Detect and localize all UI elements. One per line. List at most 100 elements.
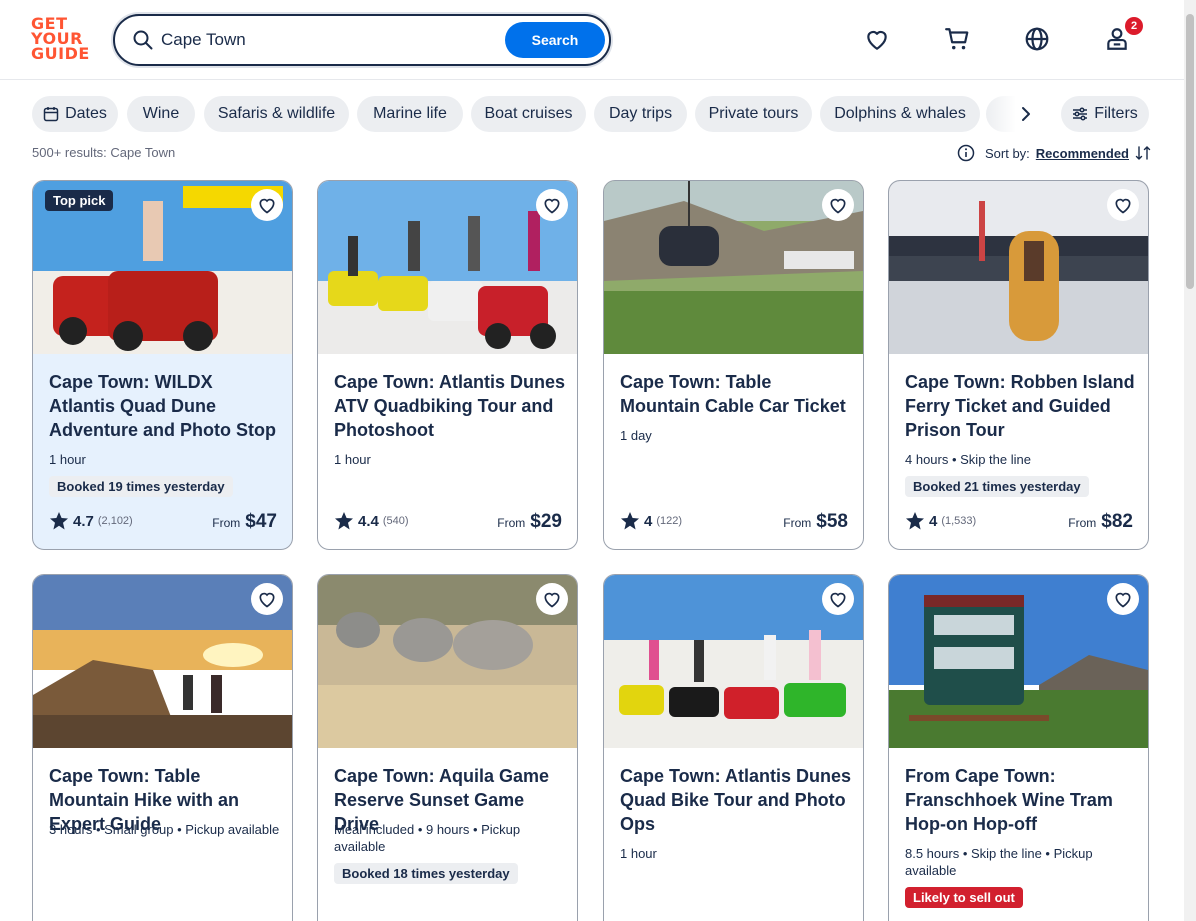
booked-badge: Booked 18 times yesterday	[334, 863, 518, 884]
wishlist-heart-icon[interactable]	[864, 26, 890, 52]
activity-meta: 8.5 hours • Skip the line • Pickup avail…	[905, 846, 1093, 878]
price: From $58	[783, 511, 848, 533]
info-icon[interactable]	[957, 144, 975, 162]
sort-label: Sort by:	[985, 145, 1030, 161]
rating: 4 (122)	[620, 511, 682, 531]
chip-safaris[interactable]: Safaris & wildlife	[204, 96, 349, 132]
chip-overflow-fade	[986, 96, 1016, 132]
activity-meta: 4 hours • Skip the line	[905, 452, 1031, 467]
brand-logo[interactable]: GET YOUR GUIDE	[31, 16, 91, 64]
calendar-icon	[43, 107, 59, 122]
cart-badge: 2	[1125, 17, 1143, 35]
activity-title[interactable]: From Cape Town: Franschhoek Wine Tram Ho…	[905, 764, 1137, 836]
activity-meta: 3 hours • Small group • Pickup available	[49, 822, 280, 837]
price-amount: $29	[530, 511, 562, 532]
rating: 4.7 (2,102)	[49, 511, 133, 531]
filters-label: Filters	[1094, 105, 1138, 122]
search-button[interactable]: Search	[505, 22, 605, 58]
chip-boat-cruises[interactable]: Boat cruises	[471, 96, 586, 132]
price: From $82	[1068, 511, 1133, 533]
sort-control[interactable]: Sort by: Recommended	[957, 144, 1151, 162]
activity-meta: 1 hour	[49, 452, 86, 467]
add-to-wishlist-button[interactable]	[251, 583, 283, 615]
search-icon	[133, 30, 153, 50]
rating-value: 4	[644, 512, 653, 530]
likely-to-sell-out-badge: Likely to sell out	[905, 887, 1023, 908]
rating: 4.4 (540)	[334, 511, 409, 531]
chip-private-tours[interactable]: Private tours	[695, 96, 812, 132]
price-amount: $82	[1101, 511, 1133, 532]
add-to-wishlist-button[interactable]	[536, 189, 568, 221]
heart-icon	[259, 592, 275, 608]
activity-title[interactable]: Cape Town: Table Mountain Cable Car Tick…	[620, 370, 852, 418]
page-scrollbar[interactable]	[1184, 0, 1196, 921]
chip-wine[interactable]: Wine	[127, 96, 195, 132]
activity-card[interactable]: Cape Town: Atlantis Dunes Quad Bike Tour…	[603, 574, 864, 921]
star-icon	[335, 512, 353, 530]
activity-card[interactable]: From Cape Town: Franschhoek Wine Tram Ho…	[888, 574, 1149, 921]
heart-icon	[544, 198, 560, 214]
add-to-wishlist-button[interactable]	[822, 583, 854, 615]
heart-icon	[830, 198, 846, 214]
activity-card[interactable]: Top pick Cape Town: WILDX Atlantis Quad …	[32, 180, 293, 550]
heart-icon	[1115, 592, 1131, 608]
review-count: (122)	[656, 515, 683, 527]
add-to-wishlist-button[interactable]	[1107, 189, 1139, 221]
chip-marine-life[interactable]: Marine life	[357, 96, 463, 132]
header: GET YOUR GUIDE Search 2	[0, 0, 1184, 80]
activity-card[interactable]: Cape Town: Table Mountain Cable Car Tick…	[603, 180, 864, 550]
star-icon	[50, 512, 68, 530]
cart-icon[interactable]	[944, 26, 970, 52]
activity-card[interactable]: Cape Town: Atlantis Dunes ATV Quadbiking…	[317, 180, 578, 550]
rating-value: 4.4	[358, 512, 379, 530]
rating-value: 4	[929, 512, 938, 530]
heart-icon	[544, 592, 560, 608]
activity-meta: 1 hour	[334, 452, 371, 467]
sliders-icon	[1073, 107, 1088, 121]
star-icon	[621, 512, 639, 530]
activity-card[interactable]: Cape Town: Robben Island Ferry Ticket an…	[888, 180, 1149, 550]
price: From $29	[497, 511, 562, 533]
heart-icon	[259, 198, 275, 214]
activity-meta: Meal included • 9 hours • Pickup availab…	[334, 822, 521, 854]
search-input[interactable]	[161, 26, 491, 54]
add-to-wishlist-button[interactable]	[251, 189, 283, 221]
heart-icon	[1115, 198, 1131, 214]
booked-badge: Booked 21 times yesterday	[905, 476, 1089, 497]
chevron-right-icon[interactable]	[1015, 103, 1037, 125]
activity-title[interactable]: Cape Town: WILDX Atlantis Quad Dune Adve…	[49, 370, 281, 442]
globe-icon[interactable]	[1024, 26, 1050, 52]
chip-dolphins-whales[interactable]: Dolphins & whales	[820, 96, 980, 132]
activity-title[interactable]: Cape Town: Atlantis Dunes Quad Bike Tour…	[620, 764, 852, 836]
activity-card[interactable]: Cape Town: Aquila Game Reserve Sunset Ga…	[317, 574, 578, 921]
activity-card[interactable]: Cape Town: Table Mountain Hike with an E…	[32, 574, 293, 921]
rating-value: 4.7	[73, 512, 94, 530]
price-amount: $47	[245, 511, 277, 532]
price-from-label: From	[783, 516, 812, 530]
chip-dates-label: Dates	[65, 105, 107, 122]
top-pick-badge: Top pick	[45, 190, 114, 211]
price-from-label: From	[212, 516, 241, 530]
sort-value[interactable]: Recommended	[1036, 146, 1129, 161]
add-to-wishlist-button[interactable]	[536, 583, 568, 615]
star-icon	[906, 512, 924, 530]
heart-icon	[830, 592, 846, 608]
chip-day-trips[interactable]: Day trips	[594, 96, 687, 132]
booked-badge: Booked 19 times yesterday	[49, 476, 233, 497]
logo-line-3: GUIDE	[31, 44, 90, 63]
price-amount: $58	[816, 511, 848, 532]
add-to-wishlist-button[interactable]	[822, 189, 854, 221]
activity-title[interactable]: Cape Town: Atlantis Dunes ATV Quadbiking…	[334, 370, 566, 442]
rating: 4 (1,533)	[905, 511, 976, 531]
sort-arrows-icon[interactable]	[1135, 145, 1151, 161]
add-to-wishlist-button[interactable]	[1107, 583, 1139, 615]
review-count: (1,533)	[941, 515, 977, 527]
price-from-label: From	[497, 516, 526, 530]
search-bar[interactable]: Search	[113, 14, 611, 66]
activity-title[interactable]: Cape Town: Robben Island Ferry Ticket an…	[905, 370, 1137, 442]
filters-button[interactable]: Filters	[1061, 96, 1149, 132]
scrollbar-thumb[interactable]	[1186, 14, 1194, 289]
chip-dates[interactable]: Dates	[32, 96, 118, 132]
price: From $47	[212, 511, 277, 533]
review-count: (2,102)	[97, 515, 133, 527]
